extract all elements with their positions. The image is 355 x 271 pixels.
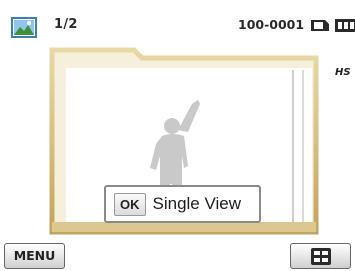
thumbnail-view-button[interactable] [290,243,351,269]
photo-icon [11,17,37,38]
thumbnail-view-icon [311,248,331,265]
battery-full-icon [335,19,355,32]
menu-button[interactable]: MENU [4,243,65,269]
status-bar: 1/2 100-0001 [0,0,355,38]
single-view-label: Single View [152,194,242,213]
hs-badge: HS [335,67,351,78]
camera-playback-screen: 1/2 100-0001 HS OK Single View MENU [0,0,355,271]
single-view-button[interactable]: OK Single View [104,185,261,223]
ok-key: OK [114,192,146,216]
image-counter: 1/2 [54,17,78,32]
memory-card-icon [310,19,330,32]
file-number: 100-0001 [238,17,305,32]
